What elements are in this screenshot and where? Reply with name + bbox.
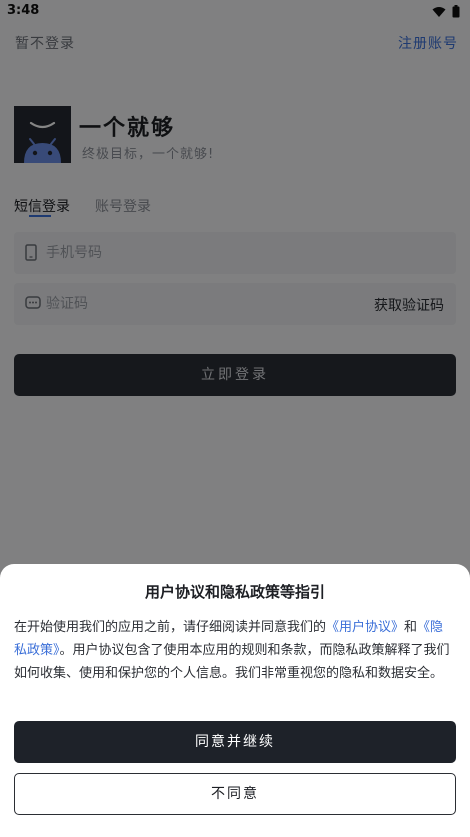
disagree-button[interactable]: 不同意 (14, 773, 456, 815)
user-agreement-link[interactable]: 《用户协议》 (326, 620, 404, 635)
dialog-body-and: 和 (404, 620, 418, 635)
dialog-body-detail: 。用户协议包含了使用本应用的规则和条款，而隐私政策解释了我们如何收集、使用和保护… (14, 643, 450, 681)
dialog-title: 用户协议和隐私政策等指引 (144, 583, 325, 601)
dialog-body: 在开始使用我们的应用之前，请仔细阅读并同意我们的《用户协议》和《隐私政策》。用户… (14, 616, 456, 685)
dialog-body-intro: 在开始使用我们的应用之前，请仔细阅读并同意我们的 (14, 620, 327, 635)
agree-continue-button[interactable]: 同意并继续 (14, 721, 456, 763)
